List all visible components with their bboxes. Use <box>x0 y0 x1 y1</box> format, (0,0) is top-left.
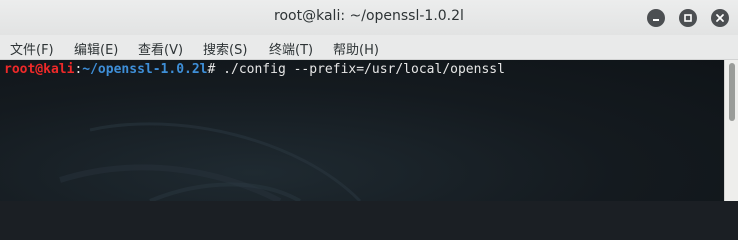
menu-terminal[interactable]: 终端(T) <box>269 39 313 58</box>
terminal-area[interactable]: root@kali:~/openssl-1.0.2l# ./config --p… <box>0 60 724 201</box>
title-bar[interactable]: root@kali: ~/openssl-1.0.2l <box>0 0 738 36</box>
menu-edit[interactable]: 编辑(E) <box>74 39 118 58</box>
close-button[interactable] <box>711 9 729 27</box>
minimize-icon <box>653 19 659 21</box>
maximize-icon <box>684 14 692 22</box>
prompt-user: root@kali <box>4 62 75 77</box>
close-icon <box>716 14 724 22</box>
prompt-path: ~/openssl-1.0.2l <box>82 62 208 77</box>
terminal-command-line: root@kali:~/openssl-1.0.2l# ./config --p… <box>4 62 505 77</box>
maximize-button[interactable] <box>679 9 697 27</box>
terminal-window: root@kali: ~/openssl-1.0.2l 文件(F) 编辑(E) … <box>0 0 738 201</box>
menu-bar: 文件(F) 编辑(E) 查看(V) 搜索(S) 终端(T) 帮助(H) <box>0 35 738 60</box>
menu-file[interactable]: 文件(F) <box>10 39 54 58</box>
menu-search[interactable]: 搜索(S) <box>203 39 247 58</box>
command-text: ./config --prefix=/usr/local/openssl <box>215 62 505 77</box>
kali-dragon-watermark <box>59 122 362 201</box>
window-title: root@kali: ~/openssl-1.0.2l <box>274 8 464 24</box>
menu-view[interactable]: 查看(V) <box>138 39 183 58</box>
minimize-button[interactable] <box>647 9 665 27</box>
scrollbar-thumb[interactable] <box>729 63 735 121</box>
menu-help[interactable]: 帮助(H) <box>333 39 379 58</box>
vertical-scrollbar[interactable] <box>724 60 738 201</box>
